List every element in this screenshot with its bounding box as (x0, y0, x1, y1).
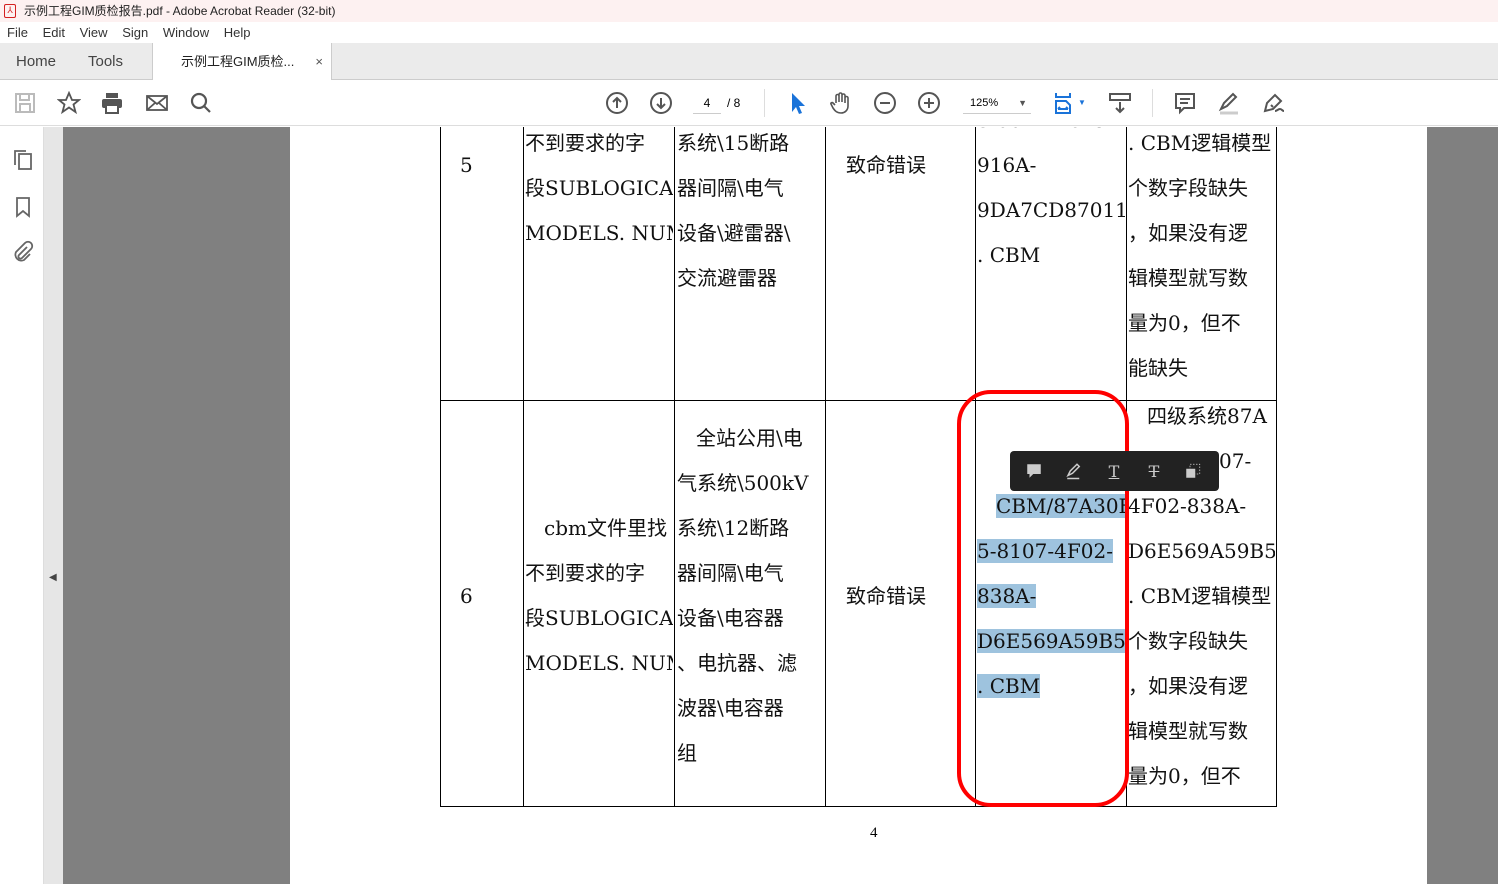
tab-document[interactable]: 示例工程GIM质检... × (152, 43, 332, 81)
email-icon[interactable] (144, 90, 170, 116)
hand-tool-icon[interactable] (828, 90, 854, 116)
zoom-level-value: 125% (970, 97, 999, 109)
menu-file[interactable]: File (7, 25, 28, 40)
pane-collapse-bar[interactable]: ◀ (44, 127, 63, 884)
menu-sign[interactable]: Sign (122, 25, 148, 40)
row-5-number: 5 (460, 153, 473, 177)
row-5-level: 致命错误 (846, 153, 926, 177)
attachments-icon[interactable] (10, 239, 36, 265)
select-cursor-icon[interactable] (784, 90, 810, 116)
fit-page-icon[interactable] (1052, 90, 1078, 116)
underline-text-icon[interactable]: T (1103, 460, 1125, 482)
row-5-file: 5-00A1-4849916A-9DA7CD870116. CBM (977, 127, 1125, 267)
row-6-path: 全站公用\电 气系统\500kV 系统\12断路 器间隔\电气 设备\电容器 、电抗器、滤… (677, 426, 809, 765)
bookmarks-icon[interactable] (10, 194, 36, 220)
zoom-out-icon[interactable] (872, 90, 898, 116)
strikethrough-text-icon[interactable]: T (1143, 460, 1165, 482)
page-total: / 8 (727, 96, 741, 110)
copy-text-icon[interactable] (1182, 460, 1204, 482)
toolbar: 4 / 8 125% ▼ ▼ (0, 80, 1498, 126)
page-number-input[interactable]: 4 (693, 92, 721, 114)
comment-icon[interactable] (1172, 90, 1198, 116)
row-6-field: cbm文件里找 不到要求的字 段SUBLOGICAL MODELS. NUM (525, 516, 673, 675)
add-note-icon[interactable] (1023, 460, 1045, 482)
row-5-description: . CBM逻辑模型 个数字段缺失 ，如果没有逻 辑模型就写数 量为0，但不 能缺失 (1128, 131, 1272, 380)
menu-edit[interactable]: Edit (43, 25, 65, 40)
window-title: 示例工程GIM质检报告.pdf - Adobe Acrobat Reader (… (24, 4, 336, 18)
fit-dropdown-icon[interactable]: ▼ (1078, 98, 1086, 107)
menu-view[interactable]: View (80, 25, 108, 40)
print-icon[interactable] (99, 90, 125, 116)
row-6-number: 6 (460, 584, 473, 608)
menu-window[interactable]: Window (163, 25, 209, 40)
next-page-icon[interactable] (648, 90, 674, 116)
close-tab-icon[interactable]: × (315, 43, 323, 80)
save-icon[interactable] (12, 90, 38, 116)
chevron-down-icon: ▼ (1018, 98, 1027, 108)
navigation-pane (0, 127, 44, 884)
row-5-path: 系统\15断路 器间隔\电气 设备\避雷器\ 交流避雷器 (677, 131, 791, 290)
zoom-level-select[interactable]: 125% ▼ (963, 92, 1031, 114)
scroll-mode-icon[interactable] (1107, 90, 1133, 116)
search-icon[interactable] (188, 90, 214, 116)
acrobat-logo-icon: ⅄ (4, 4, 16, 18)
row-6-level: 致命错误 (846, 584, 926, 608)
highlight-text-icon[interactable] (1063, 460, 1085, 482)
menu-help[interactable]: Help (224, 25, 251, 40)
collapse-arrow-icon[interactable]: ◀ (49, 572, 57, 583)
zoom-in-icon[interactable] (916, 90, 942, 116)
text-selection-toolbar: T T (1010, 451, 1219, 491)
page-footer-number: 4 (870, 825, 878, 841)
sign-pen-icon[interactable] (1260, 90, 1286, 116)
tab-home[interactable]: Home (16, 43, 56, 80)
bookmark-star-icon[interactable] (56, 90, 82, 116)
page-thumbnails-icon[interactable] (10, 147, 36, 173)
row-5-field: 不到要求的字 段SUBLOGICAL MODELS. NUM (525, 131, 673, 245)
tab-document-label: 示例工程GIM质检... (181, 54, 295, 69)
previous-page-icon[interactable] (604, 90, 630, 116)
title-bar: ⅄ 示例工程GIM质检报告.pdf - Adobe Acrobat Reader… (0, 0, 1498, 22)
tab-bar: Home Tools 示例工程GIM质检... × (0, 43, 1498, 81)
tab-tools[interactable]: Tools (88, 43, 123, 80)
menu-bar: File Edit View Sign Window Help (0, 22, 1498, 43)
highlight-pen-icon[interactable] (1216, 90, 1242, 116)
